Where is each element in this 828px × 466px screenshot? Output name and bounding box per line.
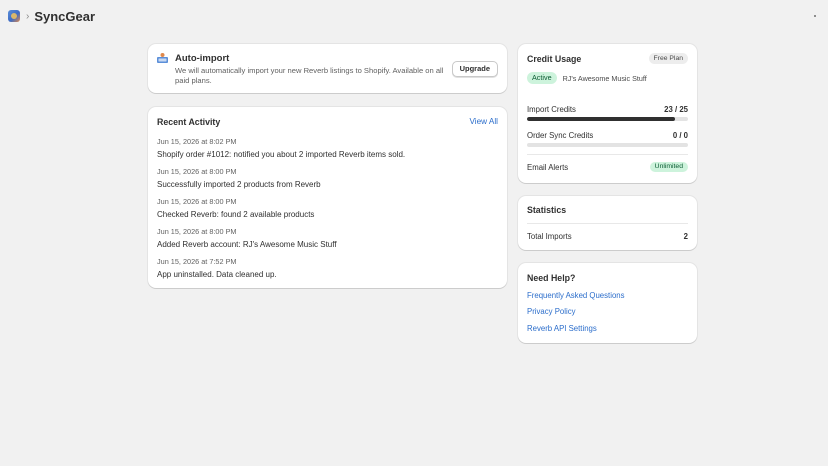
statistics-card: Statistics Total Imports 2 [518,196,697,250]
syncgear-logo-icon [8,10,20,22]
activity-date: Jun 15, 2026 at 8:02 PM [157,137,237,146]
help-links: Frequently Asked Questions Privacy Polic… [527,291,625,340]
activity-item: Jun 15, 2026 at 8:02 PM Shopify order #1… [157,137,497,167]
recent-activity-card: Recent Activity View All Jun 15, 2026 at… [148,107,507,288]
email-alerts-label: Email Alerts [527,162,569,172]
recent-activity-title: Recent Activity [157,117,221,127]
order-sync-credits-value: 0 / 0 [672,131,688,140]
activity-text: Checked Reverb: found 2 available produc… [157,210,315,219]
auto-import-title: Auto-import [175,53,230,64]
need-help-title: Need Help? [527,273,576,283]
activity-list: Jun 15, 2026 at 8:02 PM Shopify order #1… [157,137,497,287]
import-credits-progress-bar [527,117,688,121]
import-credits-progress-fill [527,117,676,121]
email-alerts-row: Email Alerts Unlimited [527,162,688,172]
activity-date: Jun 15, 2026 at 8:00 PM [157,197,237,206]
activity-item: Jun 15, 2026 at 7:52 PM App uninstalled.… [157,257,497,287]
faq-link[interactable]: Frequently Asked Questions [527,291,625,307]
import-credits-label: Import Credits [527,105,576,114]
plan-badge: Free Plan [648,53,688,64]
order-sync-credits-metric: Order Sync Credits 0 / 0 [527,131,688,147]
store-name: RJ's Awesome Music Stuff [562,73,647,83]
upgrade-button[interactable]: Upgrade [451,61,498,77]
activity-text: Successfully imported 2 products from Re… [157,180,321,189]
privacy-policy-link[interactable]: Privacy Policy [527,307,625,323]
import-credits-value: 23 / 25 [664,105,688,114]
credit-usage-title: Credit Usage [527,54,582,64]
total-imports-value: 2 [683,232,688,241]
activity-date: Jun 15, 2026 at 8:00 PM [157,167,237,176]
activity-item: Jun 15, 2026 at 8:00 PM Added Reverb acc… [157,227,497,257]
overflow-dot-icon [814,15,816,17]
divider [527,154,688,155]
need-help-card: Need Help? Frequently Asked Questions Pr… [518,263,697,343]
reverb-import-icon [157,53,168,63]
activity-text: Shopify order #1012: notified you about … [157,150,406,159]
auto-import-description: We will automatically import your new Re… [175,66,444,85]
order-sync-credits-label: Order Sync Credits [527,131,594,140]
app-title: SyncGear [34,8,96,24]
account-status-row: Active RJ's Awesome Music Stuff [527,72,647,84]
activity-text: App uninstalled. Data cleaned up. [157,270,277,279]
activity-item: Jun 15, 2026 at 8:00 PM Successfully imp… [157,167,497,197]
auto-import-card: Auto-import We will automatically import… [148,44,507,93]
credit-usage-card: Credit Usage Free Plan Active RJ's Aweso… [518,44,697,183]
reverb-api-settings-link[interactable]: Reverb API Settings [527,324,625,340]
status-badge: Active [527,72,557,84]
order-sync-credits-progress-bar [527,143,688,147]
activity-text: Added Reverb account: RJ's Awesome Music… [157,240,337,249]
statistics-title: Statistics [527,205,567,215]
import-credits-metric: Import Credits 23 / 25 [527,105,688,121]
view-all-link[interactable]: View All [469,117,498,126]
activity-date: Jun 15, 2026 at 8:00 PM [157,227,237,236]
breadcrumb-separator: › [26,10,30,22]
activity-date: Jun 15, 2026 at 7:52 PM [157,257,237,266]
email-alerts-badge: Unlimited [649,162,688,172]
divider [527,223,688,224]
total-imports-label: Total Imports [527,232,572,241]
top-bar: › SyncGear [0,0,828,32]
activity-item: Jun 15, 2026 at 8:00 PM Checked Reverb: … [157,197,497,227]
total-imports-row: Total Imports 2 [527,232,688,241]
